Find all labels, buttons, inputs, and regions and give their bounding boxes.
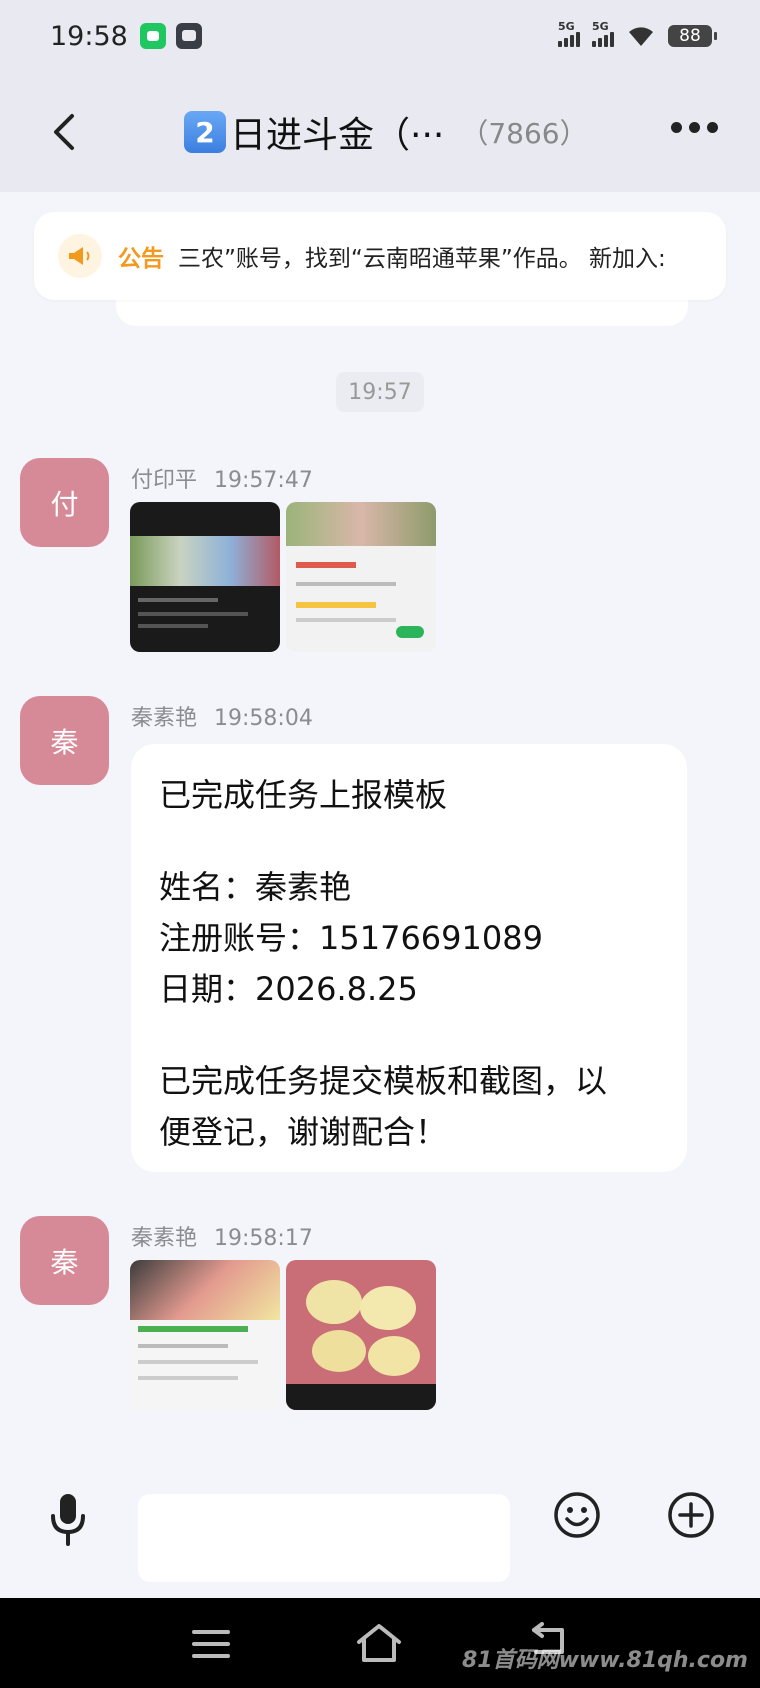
message-bubble[interactable]: 已完成任务上报模板 姓名：秦素艳 注册账号：15176691089 日期：202… (131, 744, 687, 1172)
time-divider: 19:57 (336, 372, 424, 412)
group-name: 日进斗金（··· (230, 115, 445, 156)
message-line: 日期：2026.8.25 (159, 970, 418, 1008)
status-indicators: 5G 5G 88 (558, 20, 717, 48)
message-meta: 秦素艳 19:58:17 (131, 1220, 313, 1252)
message-item: 付 付印平 19:57:47 (20, 458, 720, 658)
message-line: 已完成任务提交模板和截图，以 (159, 1062, 608, 1100)
message-time: 19:57:47 (214, 468, 313, 493)
emoji-button[interactable] (552, 1490, 602, 1544)
message-app-icon (175, 23, 202, 49)
battery-icon: 88 (668, 25, 717, 47)
sender-name: 付印平 (131, 468, 198, 493)
avatar[interactable]: 秦 (20, 696, 109, 785)
announcement-text: 三农”账号，找到“云南昭通苹果”作品。 新加入: (178, 246, 666, 272)
message-meta: 秦素艳 19:58:04 (131, 700, 313, 732)
message-item: 秦 秦素艳 19:58:17 (20, 1216, 720, 1416)
chat-title[interactable]: 2 日进斗金（··· （7866） (184, 108, 588, 156)
avatar[interactable]: 秦 (20, 1216, 109, 1305)
microphone-icon (51, 1494, 85, 1546)
announcement-bar[interactable]: 公告 三农”账号，找到“云南昭通苹果”作品。 新加入: (34, 212, 726, 300)
watermark-text: 81首码网www.81qh.com (461, 1648, 748, 1673)
status-bar: 19:58 5G 5G 88 (0, 0, 760, 72)
wifi-icon (626, 24, 656, 48)
signal-icon: 5G (592, 20, 614, 47)
announcement-label: 公告 (118, 246, 164, 272)
avatar[interactable]: 付 (20, 458, 109, 547)
home-icon (357, 1624, 401, 1662)
message-line: 便登记，谢谢配合！ (159, 1113, 448, 1151)
message-item: 秦 秦素艳 19:58:04 已完成任务上报模板 姓名：秦素艳 注册账号：151… (20, 696, 720, 1176)
smile-icon (554, 1492, 600, 1538)
signal-label: 5G (558, 19, 575, 33)
more-options-button[interactable] (671, 122, 718, 133)
image-thumbnail[interactable] (286, 1260, 436, 1410)
keycap-two-emoji: 2 (184, 111, 226, 153)
home-button[interactable] (354, 1622, 404, 1668)
image-thumbnail[interactable] (130, 1260, 280, 1410)
previous-message-edge (116, 296, 688, 326)
plus-circle-icon (668, 1492, 714, 1538)
message-line: 注册账号：15176691089 (159, 919, 543, 957)
menu-icon (192, 1630, 230, 1658)
message-line: 姓名：秦素艳 (159, 868, 352, 906)
more-actions-button[interactable] (666, 1490, 716, 1544)
input-bar (0, 1446, 760, 1598)
message-meta: 付印平 19:57:47 (131, 462, 313, 494)
sender-name: 秦素艳 (131, 706, 198, 731)
image-group (130, 502, 436, 652)
more-dots-icon (671, 122, 682, 133)
message-time: 19:58:17 (214, 1226, 313, 1251)
notification-icons (139, 23, 202, 49)
image-thumbnail[interactable] (286, 502, 436, 652)
chat-app-icon (139, 23, 166, 49)
sender-name: 秦素艳 (131, 1226, 198, 1251)
message-line: 已完成任务上报模板 (159, 776, 448, 814)
megaphone-icon (58, 234, 102, 278)
system-nav-bar: 81首码网www.81qh.com (0, 1598, 760, 1688)
message-time: 19:58:04 (214, 706, 313, 731)
image-group (130, 1260, 436, 1410)
chat-header: 2 日进斗金（··· （7866） (0, 72, 760, 192)
chevron-left-icon (54, 114, 74, 150)
signal-icon: 5G (558, 20, 580, 47)
image-thumbnail[interactable] (130, 502, 280, 652)
recent-apps-button[interactable] (190, 1626, 232, 1666)
voice-button[interactable] (48, 1492, 88, 1550)
status-time: 19:58 (50, 20, 128, 52)
message-input[interactable] (138, 1494, 510, 1582)
member-count: （7866） (460, 117, 588, 150)
back-button[interactable] (44, 108, 84, 156)
signal-label: 5G (592, 19, 609, 33)
